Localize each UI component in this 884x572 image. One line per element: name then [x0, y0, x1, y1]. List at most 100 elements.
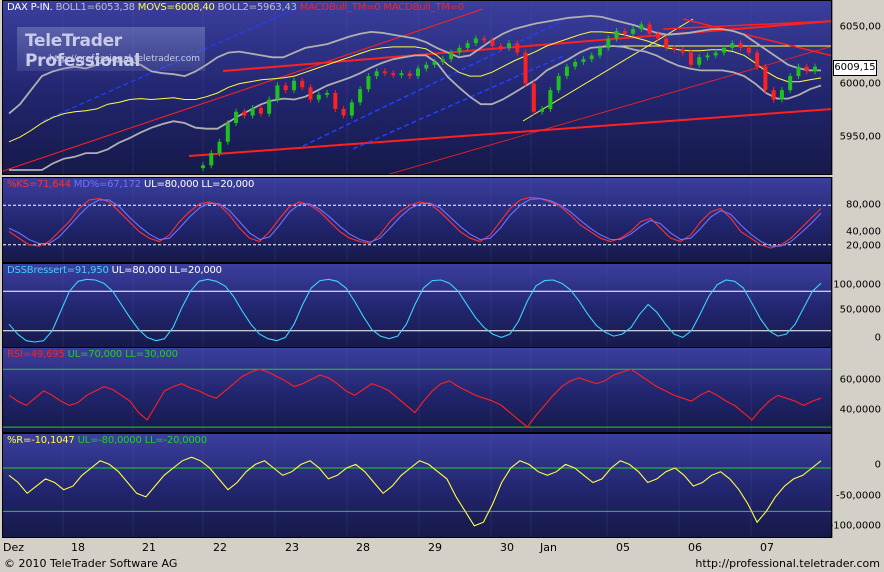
y-tick: 0	[874, 332, 881, 344]
price-panel[interactable]: DAX P-IN. BOLL1=6053,38 MOVS=6008,40 BOL…	[2, 0, 832, 175]
candle-body	[308, 87, 313, 100]
series-line-rsi	[8, 368, 822, 428]
logo-title: TeleTrader Professional	[25, 31, 140, 71]
candle-body	[316, 94, 321, 100]
candle-body	[631, 29, 636, 34]
last-price-label: 6009,15	[833, 60, 877, 76]
ks-label: %KS=71,644	[7, 179, 71, 190]
candle-body	[300, 80, 305, 88]
candle-body	[672, 47, 677, 50]
x-axis: Dez 18 21 22 23 28 29 30 Jan 05 06 07	[0, 538, 884, 555]
y-tick: 80,000	[846, 199, 881, 211]
candle-body	[548, 90, 553, 109]
trend-line	[188, 108, 831, 157]
candle-body	[779, 90, 784, 100]
x-tick: 21	[142, 541, 156, 554]
candle-body	[432, 61, 437, 65]
boll1-label: BOLL1=6053,38	[55, 2, 135, 13]
y-tick: 40,000	[846, 226, 881, 238]
candle-body	[730, 43, 735, 48]
footer-bar: © 2010 TeleTrader Software AG http://pro…	[0, 555, 884, 572]
candle-body	[639, 24, 644, 30]
y-tick: 20,000	[846, 240, 881, 252]
candle-body	[242, 111, 247, 116]
footer-url-link[interactable]: http://professional.teletrader.com	[695, 557, 880, 570]
candle-body	[813, 66, 817, 72]
candle-body	[374, 71, 379, 77]
rsi-y-axis: 60,0000 40,0000	[832, 347, 884, 433]
candle-body	[755, 52, 760, 67]
candle-body	[482, 38, 487, 41]
dss-header: DSSBressert=91,950 UL=80,000 LL=20,000	[7, 265, 222, 276]
candle-body	[713, 52, 718, 56]
candle-body	[614, 30, 619, 39]
trend-line	[388, 46, 831, 174]
x-tick: Dez	[3, 541, 25, 554]
y-tick: -100,0000	[829, 520, 881, 532]
ks-panel[interactable]: %KS=71,644 MD%=67,172 UL=80,000 LL=20,00…	[2, 177, 832, 263]
candle-body	[225, 123, 230, 142]
x-tick: 28	[356, 541, 370, 554]
y-tick: 6000,00	[839, 78, 881, 90]
williams-r-chart-svg	[3, 434, 831, 537]
x-tick: 18	[71, 541, 85, 554]
ks-chart-svg	[3, 178, 831, 262]
ks-ll-label: LL=20,000	[201, 179, 255, 190]
r-ul-label: UL=-80,0000	[77, 435, 142, 446]
y-tick: 5950,00	[839, 131, 881, 143]
candle-body	[655, 33, 660, 39]
boll2-label: BOLL2=5963,43	[217, 2, 297, 13]
candle-body	[291, 80, 296, 91]
candle-body	[424, 64, 429, 69]
candle-body	[490, 40, 495, 46]
candle-body	[680, 49, 685, 53]
candle-body	[399, 73, 404, 76]
candle-body	[523, 52, 528, 84]
y-tick: 50,0000	[839, 304, 881, 316]
dss-ul-label: UL=80,000	[111, 265, 167, 276]
y-tick: 0	[874, 459, 881, 471]
candle-body	[531, 83, 536, 112]
rsi-header: RSI=49,695 UL=70,000 LL=30,000	[7, 349, 178, 360]
candle-body	[771, 90, 776, 100]
dss-panel[interactable]: DSSBressert=91,950 UL=80,000 LL=20,000	[2, 263, 832, 349]
price-y-axis: 6050,00 6000,00 5950,00	[832, 0, 884, 175]
candle-body	[540, 108, 545, 112]
x-tick: 22	[213, 541, 227, 554]
candle-body	[738, 43, 743, 48]
candle-body	[622, 30, 627, 34]
candle-body	[788, 76, 793, 91]
candle-body	[209, 153, 214, 166]
candle-body	[515, 43, 520, 53]
candle-body	[507, 43, 511, 48]
dss-label: DSSBressert=91,950	[7, 265, 109, 276]
candle-body	[473, 38, 478, 44]
candle-body	[597, 47, 602, 56]
candle-body	[234, 111, 239, 124]
x-tick: 05	[616, 541, 630, 554]
candle-body	[341, 108, 346, 116]
candle-body	[763, 66, 768, 91]
dss-y-axis: 100,0000 50,0000 0	[832, 263, 884, 349]
candle-body	[697, 57, 702, 65]
candle-body	[465, 43, 470, 48]
candle-body	[267, 99, 272, 114]
copyright-text: © 2010 TeleTrader Software AG	[4, 557, 178, 570]
series-line-r	[8, 456, 822, 527]
candle-body	[349, 102, 354, 116]
r-header: %R=-10,1047 UL=-80,0000 LL=-20,0000	[7, 435, 207, 446]
candle-body	[804, 66, 809, 72]
rsi-ll-label: LL=30,000	[125, 349, 178, 360]
candle-body	[325, 92, 330, 95]
candle-body	[366, 76, 371, 90]
williams-r-panel[interactable]: %R=-10,1047 UL=-80,0000 LL=-20,0000	[2, 433, 832, 538]
x-tick: 29	[428, 541, 442, 554]
series-line-dssbressert	[8, 278, 822, 343]
rsi-chart-svg	[3, 348, 831, 432]
rsi-ul-label: UL=70,000	[67, 349, 123, 360]
candle-body	[647, 24, 652, 34]
candle-body	[746, 47, 751, 53]
rsi-panel[interactable]: RSI=49,695 UL=70,000 LL=30,000	[2, 347, 832, 433]
x-tick: 23	[285, 541, 299, 554]
candle-body	[201, 165, 205, 169]
